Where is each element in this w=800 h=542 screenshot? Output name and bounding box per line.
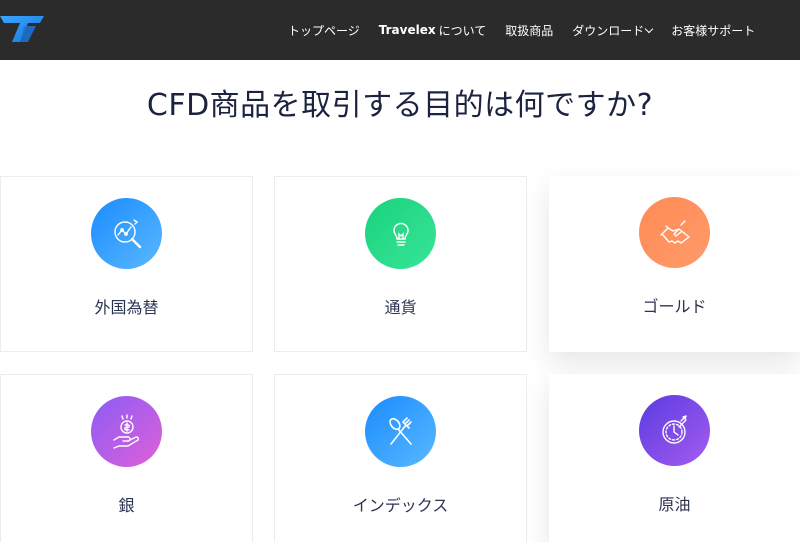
card-label: 銀 <box>118 496 135 515</box>
nav-item-support[interactable]: お客様サポート <box>671 22 755 39</box>
card-label: 外国為替 <box>94 298 159 317</box>
card-index[interactable]: インデックス <box>274 374 527 542</box>
hand-coin-icon <box>112 413 139 449</box>
nav-item-label: ダウンロード <box>572 23 645 38</box>
nav-item-about[interactable]: Travelex について <box>379 22 486 39</box>
clock-target-icon <box>661 414 687 444</box>
site-header: トップページ Travelex について 取扱商品 ダウンロード お客様サポート <box>0 0 800 60</box>
magnifier-chart-icon <box>113 218 141 248</box>
nav-item-label: について <box>438 23 487 38</box>
nav-item-label: お客様サポート <box>671 23 756 38</box>
nav-item-label: 取扱商品 <box>505 23 554 38</box>
card-label: ゴールド <box>642 297 707 316</box>
page-title: CFD商品を取引する目的は何ですか? <box>146 88 654 123</box>
handshake-icon <box>659 219 690 244</box>
card-crude-oil[interactable]: 原油 <box>549 374 800 542</box>
card-icon-circle <box>365 396 436 467</box>
lightbulb-icon <box>392 222 409 246</box>
card-label: インデックス <box>352 496 449 515</box>
nav-item-top-page[interactable]: トップページ <box>288 22 360 39</box>
main-nav: トップページ Travelex について 取扱商品 ダウンロード お客様サポート <box>288 0 774 60</box>
card-gold[interactable]: ゴールド <box>549 176 800 352</box>
card-label: 原油 <box>658 495 691 514</box>
card-icon-circle <box>365 198 436 269</box>
chevron-down-icon <box>645 24 654 33</box>
card-label: 通貨 <box>384 298 417 317</box>
nav-item-brand: Travelex <box>378 23 436 37</box>
card-icon-circle <box>639 395 710 466</box>
card-forex[interactable]: 外国為替 <box>0 176 253 352</box>
card-icon-circle <box>91 198 162 269</box>
nav-item-label: トップページ <box>288 23 360 38</box>
travelex-logo-icon[interactable] <box>0 12 48 46</box>
card-currency[interactable]: 通貨 <box>274 176 527 352</box>
card-icon-circle <box>639 197 710 268</box>
nav-item-download[interactable]: ダウンロード <box>572 22 654 39</box>
nav-item-products[interactable]: 取扱商品 <box>505 22 553 39</box>
card-silver[interactable]: 銀 <box>0 374 253 542</box>
card-icon-circle <box>91 396 162 467</box>
fork-spoon-icon <box>388 416 412 445</box>
